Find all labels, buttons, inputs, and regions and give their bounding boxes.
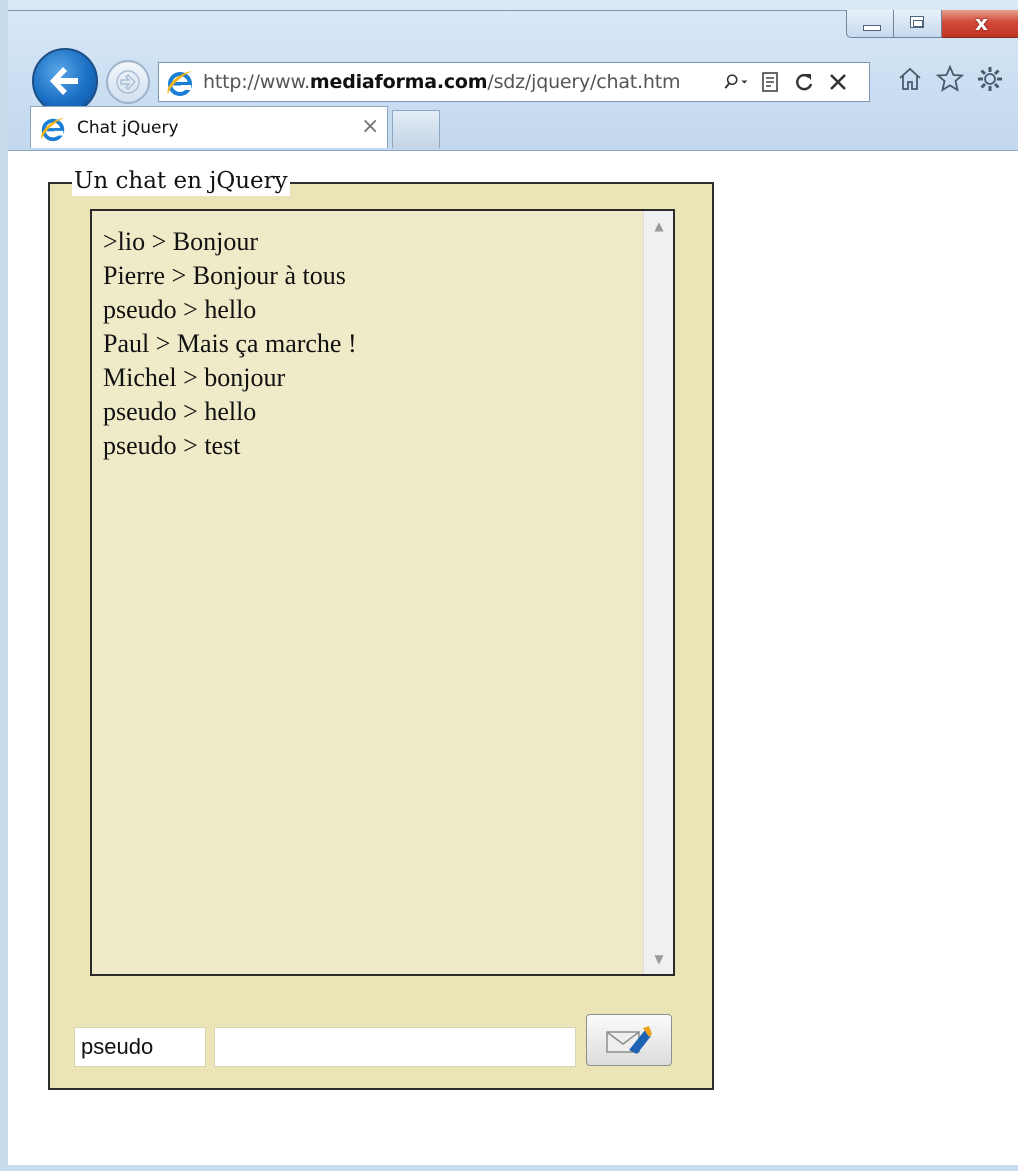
send-mail-icon: [606, 1026, 652, 1054]
scroll-down-icon[interactable]: ▼: [644, 948, 674, 970]
stop-button[interactable]: [825, 68, 851, 96]
home-icon: [899, 67, 921, 90]
caption-buttons: x: [846, 10, 1018, 38]
send-button[interactable]: [586, 1014, 672, 1066]
star-icon: [936, 65, 964, 92]
chat-legend: Un chat en jQuery: [72, 166, 290, 196]
tab-chat-jquery[interactable]: Chat jQuery ×: [30, 106, 388, 148]
url-path: /sdz/jquery/chat.htm: [487, 71, 681, 93]
new-tab-button[interactable]: [392, 110, 440, 148]
back-button[interactable]: [32, 48, 98, 114]
restore-icon: [910, 16, 924, 28]
refresh-button[interactable]: [791, 68, 817, 96]
address-tools: [723, 68, 851, 96]
back-arrow-icon: [50, 67, 78, 95]
vertical-scrollbar[interactable]: ▲ ▼: [643, 211, 673, 974]
list-item: Paul > Mais ça marche !: [103, 329, 357, 358]
list-item: pseudo > hello: [103, 397, 257, 426]
url-domain: mediaforma.com: [309, 71, 488, 93]
address-bar[interactable]: http://www.mediaforma.com/sdz/jquery/cha…: [158, 62, 870, 102]
list-item: pseudo > hello: [103, 295, 257, 324]
close-icon: x: [975, 11, 988, 35]
chat-messages-area[interactable]: >lio > Bonjour Pierre > Bonjour à tous p…: [90, 209, 675, 976]
minimize-icon: [863, 25, 881, 31]
list-item: >lio > Bonjour: [103, 227, 258, 256]
tab-title: Chat jQuery: [77, 118, 179, 138]
forward-arrow-icon: [116, 70, 140, 94]
toolbar-right: [896, 62, 1004, 96]
ie-logo-icon: [41, 117, 65, 142]
url-text[interactable]: http://www.mediaforma.com/sdz/jquery/cha…: [203, 71, 680, 93]
compatibility-view-button[interactable]: [757, 68, 783, 96]
browser-window: x http://www.mediaforma.com/sdz/jquery/c…: [0, 0, 1018, 1171]
maximize-button[interactable]: [894, 10, 942, 38]
browser-chrome: x http://www.mediaforma.com/sdz/jquery/c…: [8, 0, 1018, 151]
ie-logo-icon: [167, 71, 192, 96]
gear-icon: [978, 67, 1002, 91]
list-item: Michel > bonjour: [103, 363, 286, 392]
forward-button[interactable]: [106, 60, 150, 104]
list-item: pseudo > test: [103, 431, 241, 460]
url-prefix: http://www.: [203, 71, 310, 93]
tab-close-button[interactable]: ×: [361, 114, 379, 139]
compatibility-view-icon: [762, 72, 778, 92]
tools-button[interactable]: [976, 62, 1004, 96]
favorites-button[interactable]: [936, 62, 964, 96]
pseudo-input[interactable]: pseudo: [74, 1027, 206, 1067]
message-input[interactable]: [214, 1027, 576, 1067]
home-button[interactable]: [896, 62, 924, 96]
list-item: Pierre > Bonjour à tous: [103, 261, 346, 290]
minimize-button[interactable]: [846, 10, 894, 38]
refresh-icon: [796, 74, 813, 91]
stop-icon: [830, 74, 846, 90]
search-button[interactable]: [723, 68, 749, 96]
scroll-up-icon[interactable]: ▲: [644, 215, 674, 237]
search-icon: [724, 74, 748, 89]
message-list: >lio > Bonjour Pierre > Bonjour à tous p…: [103, 225, 357, 463]
close-window-button[interactable]: x: [942, 10, 1018, 38]
